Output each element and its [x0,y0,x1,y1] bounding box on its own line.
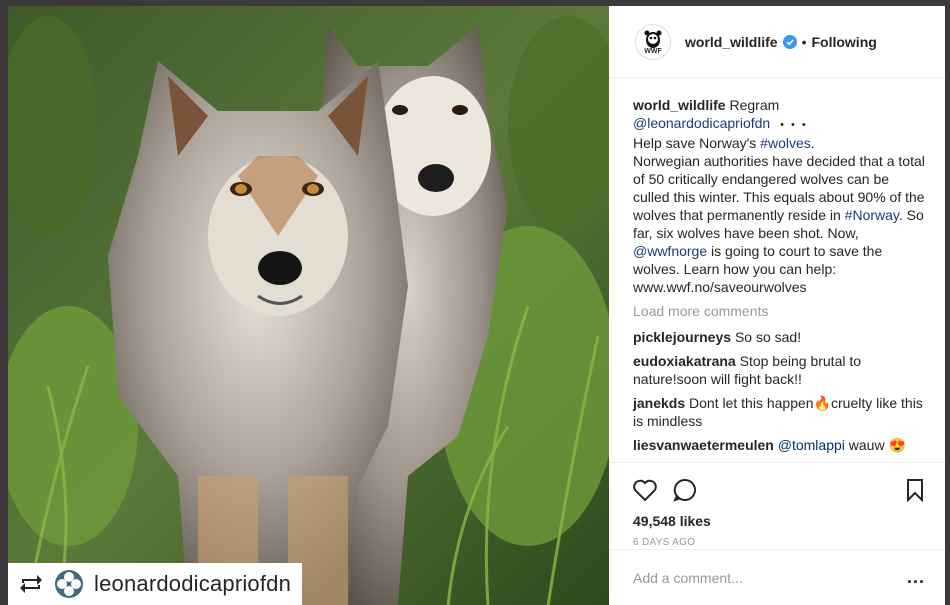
list-item: janekds Dont let this happen🔥cruelty lik… [633,394,929,430]
separator-dot: • [801,33,807,50]
post-caption: world_wildlife Regram @leonardodicapriof… [633,96,929,296]
mention-wwfnorge[interactable]: @wwfnorge [633,243,707,259]
caption-more-dots: • • • [780,119,808,131]
action-icons [609,463,945,507]
comment-user[interactable]: janekds [633,395,685,411]
more-options-button[interactable]: ... [907,567,925,588]
post-photo[interactable] [8,6,609,605]
caption-regram-source[interactable]: @leonardodicapriofdn [633,115,770,131]
caption-line1: Help save Norway's [633,135,761,151]
regram-overlay: leonardodicapriofdn [8,563,302,605]
avatar[interactable]: WWF [635,23,671,60]
like-button[interactable] [631,476,659,504]
list-item: liesvanwaetermeulen @tomlappi wauw 😍 [633,436,929,454]
hashtag-wolves[interactable]: #wolves [760,135,811,151]
verified-badge-icon [782,34,797,49]
avatar-label: WWF [644,47,662,55]
wolves-image [8,6,609,605]
instagram-post-modal: leonardodicapriofdn WWF world_wildlife •… [0,0,950,605]
save-button[interactable] [901,476,929,504]
post-side-panel: WWF world_wildlife • Following world_wil… [609,6,945,605]
comment-button[interactable] [671,476,699,504]
heart-icon [633,479,657,502]
likes-count[interactable]: 49,548 likes [609,507,945,529]
comment-text: wauw 😍 [844,437,906,453]
list-item: picklejourneys So so sad! [633,328,929,346]
list-item: eudoxiakatrana Stop being brutal to natu… [633,352,929,388]
add-comment-bar: ... [609,549,945,605]
speech-bubble-icon [673,478,696,502]
bookmark-icon [907,479,923,502]
comment-input[interactable] [633,569,907,586]
caption-regram-word: Regram [729,97,780,113]
comment-user[interactable]: liesvanwaetermeulen [633,437,774,453]
repost-icon [20,575,42,593]
post-username[interactable]: world_wildlife [685,34,778,50]
post-timestamp: 6 DAYS AGO [633,537,696,548]
load-more-comments-button[interactable]: Load more comments [633,302,929,320]
regram-account-name: leonardodicapriofdn [94,571,292,596]
comment-user[interactable]: picklejourneys [633,329,731,345]
following-button[interactable]: Following [811,34,876,50]
comment-user[interactable]: eudoxiakatrana [633,353,736,369]
post-header: WWF world_wildlife • Following [609,6,945,78]
caption-line1-end: . [810,135,815,151]
foundation-logo-icon [55,570,83,598]
comment-mention[interactable]: @tomlappi [778,437,845,453]
caption-author[interactable]: world_wildlife [633,97,726,113]
comments-list: world_wildlife Regram @leonardodicapriof… [609,78,945,462]
panda-icon [644,30,662,48]
hashtag-norway[interactable]: #Norway [845,207,899,223]
comment-text: So so sad! [734,329,802,345]
